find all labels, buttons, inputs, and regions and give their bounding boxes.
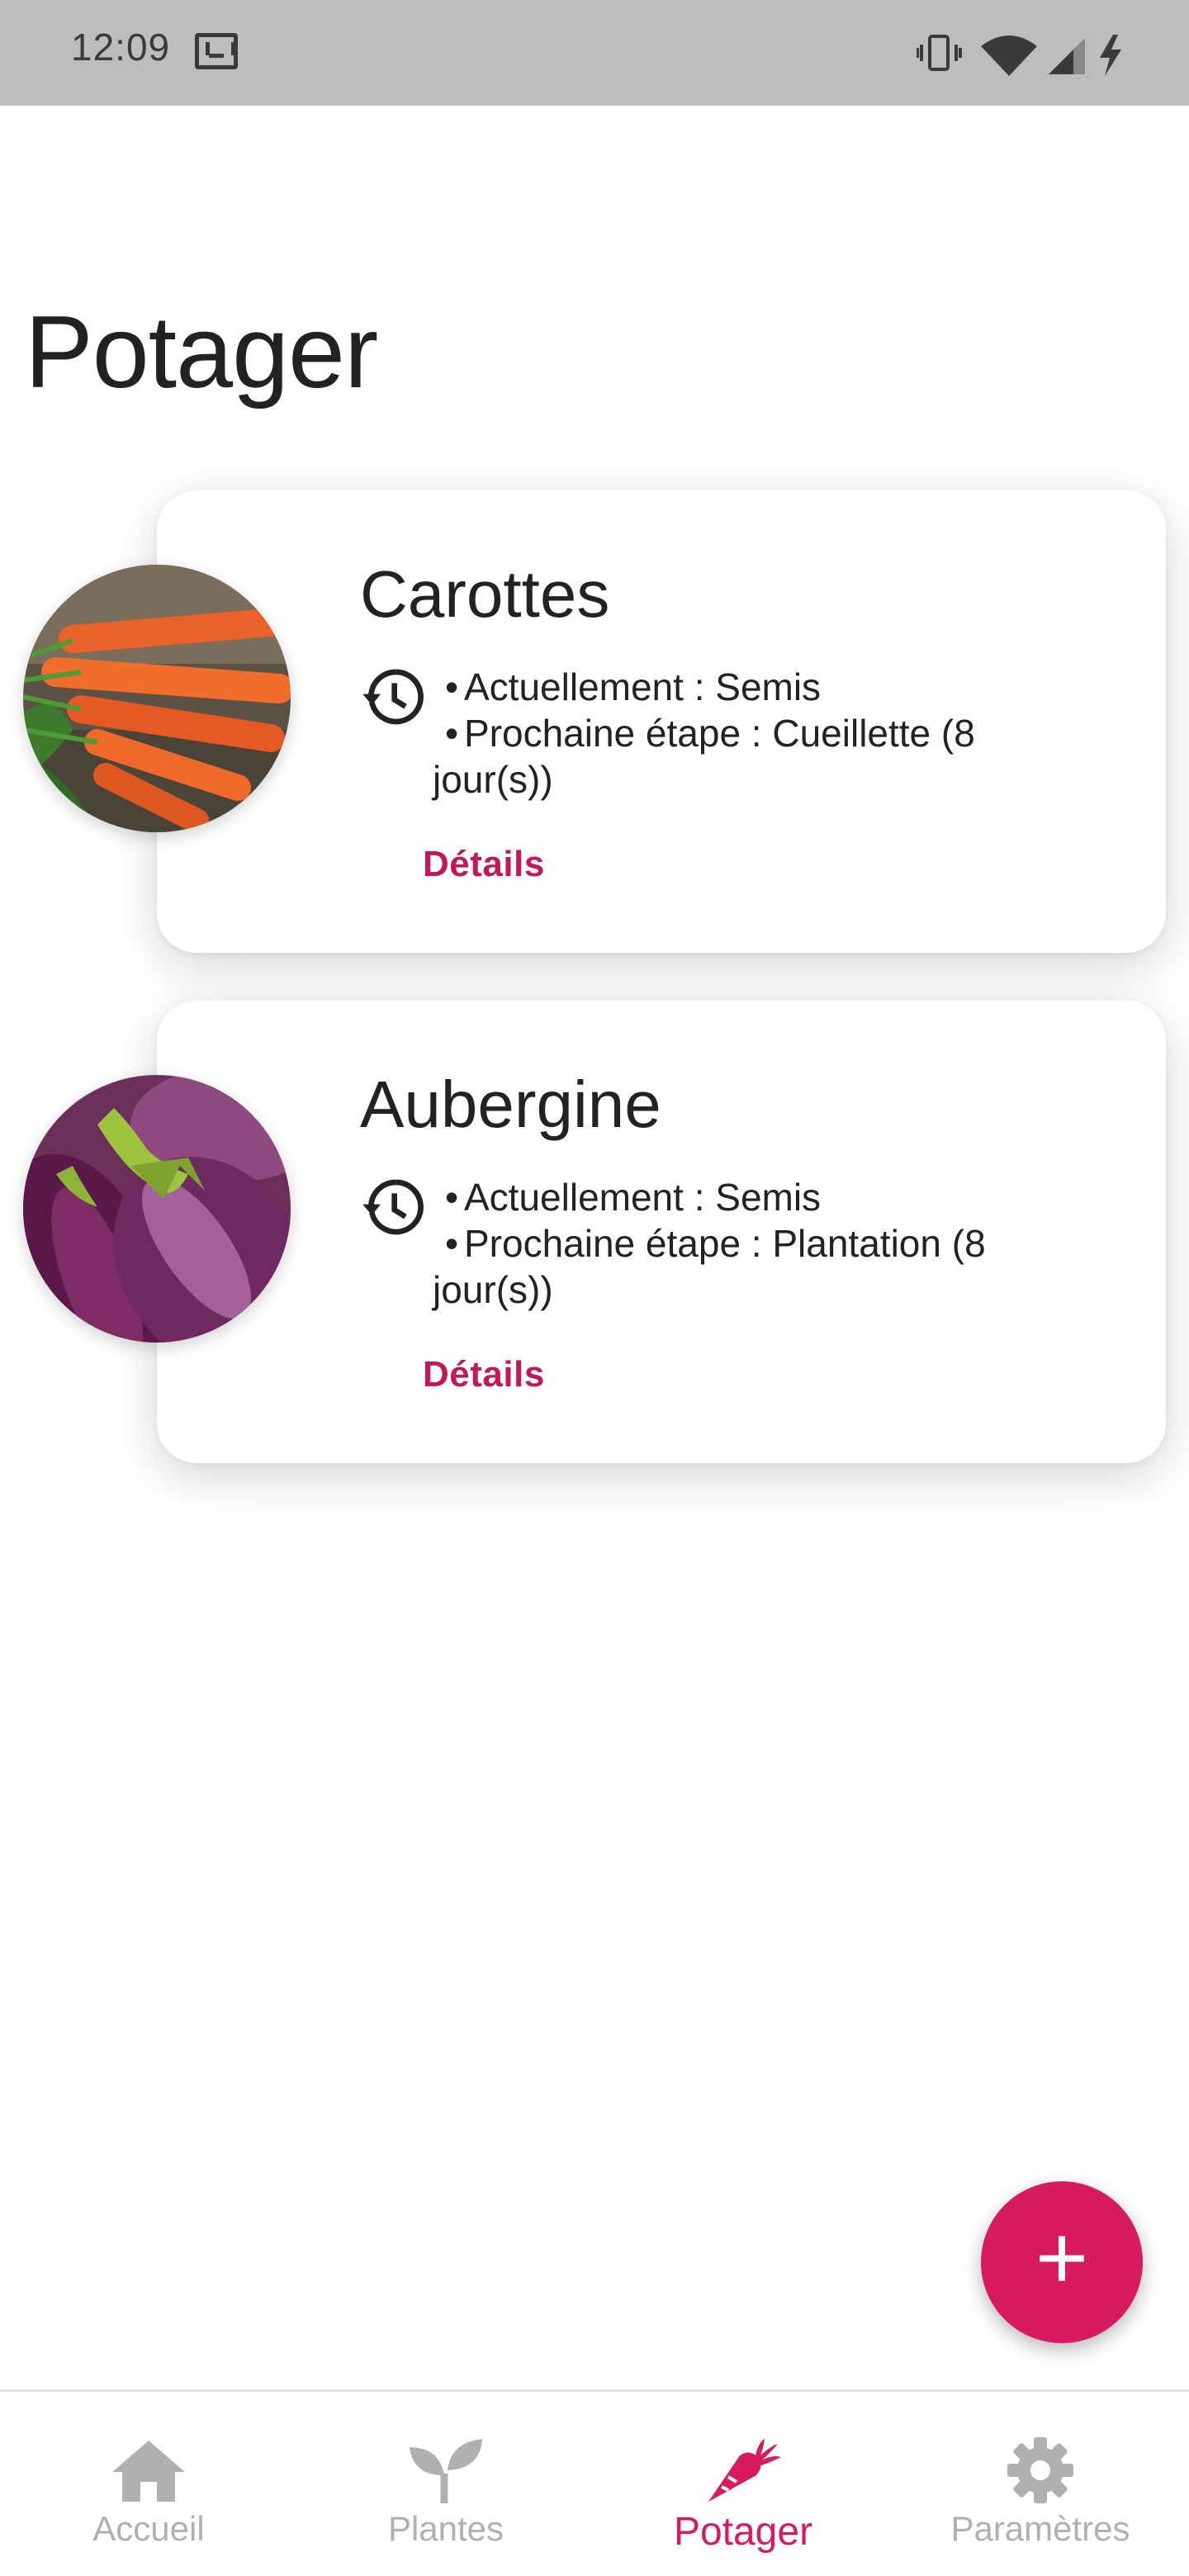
nav-item-potager[interactable]: Potager: [594, 2392, 892, 2576]
bottom-navigation: Accueil Plantes Potager Paramètres: [0, 2389, 1189, 2576]
carrot-icon: [702, 2433, 784, 2507]
plant-card-carottes[interactable]: Carottes • Actuellement : Semis • Prochain…: [157, 490, 1166, 953]
nav-item-plantes[interactable]: Plantes: [297, 2392, 594, 2576]
home-icon: [107, 2433, 190, 2507]
plus-icon: +: [1035, 2207, 1089, 2308]
nav-label: Plantes: [387, 2509, 504, 2548]
nav-label: Paramètres: [950, 2509, 1130, 2548]
status-bar: 12:09: [0, 0, 1189, 106]
history-icon: [362, 669, 424, 725]
nav-item-accueil[interactable]: Accueil: [0, 2392, 297, 2576]
eggplant-photo: [23, 1075, 291, 1342]
mail-notification-icon: [195, 33, 238, 69]
sprout-icon: [405, 2433, 487, 2507]
next-stage: Prochaine étape : Cueillette (8: [464, 712, 975, 755]
gear-icon: [999, 2433, 1082, 2507]
current-stage: Actuellement : Semis: [464, 1176, 822, 1219]
nav-label: Accueil: [92, 2509, 205, 2548]
next-stage: Prochaine étape : Plantation (8: [464, 1222, 986, 1265]
details-button[interactable]: Détails: [423, 844, 545, 885]
status-icons: [917, 30, 1131, 79]
next-stage-duration: jour(s)): [433, 1268, 553, 1311]
details-button[interactable]: Détails: [423, 1354, 545, 1395]
current-stage: Actuellement : Semis: [464, 665, 822, 708]
plant-name: Carottes: [360, 557, 610, 631]
add-plant-button[interactable]: +: [981, 2181, 1143, 2343]
history-icon: [362, 1179, 424, 1235]
nav-label: Potager: [673, 2510, 813, 2554]
plant-status-info: • Actuellement : Semis • Prochaine étape :…: [433, 665, 975, 801]
charging-icon: [1100, 35, 1121, 76]
status-time: 12:09: [71, 26, 171, 69]
plant-status-info: • Actuellement : Semis • Prochaine étape :…: [433, 1176, 986, 1311]
plant-card-aubergine[interactable]: Aubergine • Actuellement : Semis • Prochai…: [157, 1001, 1166, 1463]
plant-name: Aubergine: [360, 1068, 661, 1141]
carrot-photo: [23, 565, 291, 832]
vibrate-icon: [917, 35, 962, 71]
wifi-icon: [981, 36, 1037, 76]
page-title: Potager: [25, 296, 378, 410]
next-stage-duration: jour(s)): [433, 758, 553, 801]
nav-item-parametres[interactable]: Paramètres: [892, 2392, 1189, 2576]
